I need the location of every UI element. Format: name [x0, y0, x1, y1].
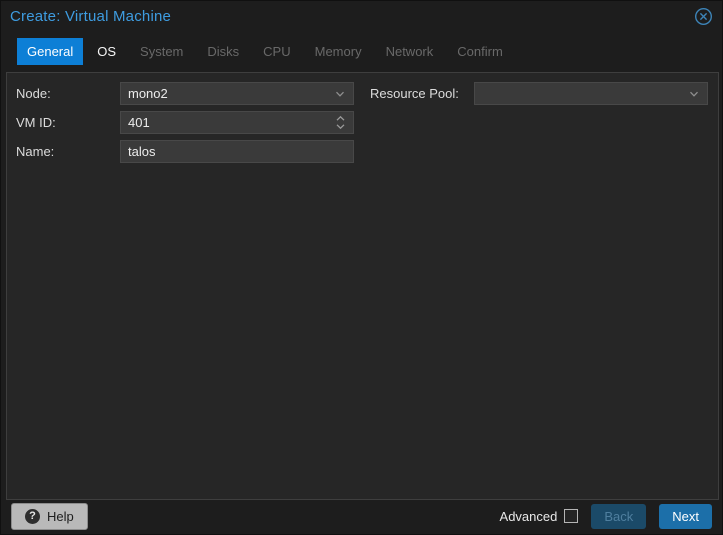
name-row: Name: [16, 140, 354, 163]
dialog-footer: ? Help Advanced Back Next [1, 498, 722, 534]
spinner-up-down-icon[interactable] [335, 114, 346, 131]
node-combo[interactable]: mono2 [120, 82, 354, 105]
name-label: Name: [16, 144, 120, 159]
node-label: Node: [16, 86, 120, 101]
tab-cpu: CPU [253, 38, 300, 65]
next-button[interactable]: Next [659, 504, 712, 529]
resource-pool-label: Resource Pool: [370, 86, 474, 101]
node-value: mono2 [128, 86, 334, 101]
chevron-down-icon[interactable] [688, 88, 700, 100]
question-circle-icon: ? [25, 509, 40, 524]
create-vm-dialog: Create: Virtual Machine General OS Syste… [0, 0, 723, 535]
dialog-titlebar: Create: Virtual Machine [1, 1, 722, 31]
tab-network: Network [376, 38, 444, 65]
vmid-row: VM ID: [16, 111, 354, 134]
footer-actions: Advanced Back Next [500, 504, 712, 529]
tab-memory: Memory [305, 38, 372, 65]
advanced-label: Advanced [500, 509, 558, 524]
back-button: Back [591, 504, 646, 529]
tab-os[interactable]: OS [87, 38, 126, 65]
resource-pool-combo[interactable] [474, 82, 708, 105]
general-tab-panel: Node: mono2 VM ID: [6, 72, 719, 500]
dialog-title: Create: Virtual Machine [10, 8, 171, 25]
vmid-input[interactable] [128, 115, 335, 130]
tab-disks: Disks [197, 38, 249, 65]
form-column-left: Node: mono2 VM ID: [16, 82, 354, 169]
wizard-tab-bar: General OS System Disks CPU Memory Netwo… [17, 38, 513, 65]
close-icon[interactable] [694, 7, 713, 26]
chevron-down-icon[interactable] [334, 88, 346, 100]
tab-general[interactable]: General [17, 38, 83, 65]
name-input[interactable] [128, 144, 346, 159]
vmid-label: VM ID: [16, 115, 120, 130]
vmid-field[interactable] [120, 111, 354, 134]
help-button[interactable]: ? Help [11, 503, 88, 530]
help-button-label: Help [47, 509, 74, 524]
advanced-checkbox[interactable] [564, 509, 578, 523]
tab-confirm: Confirm [447, 38, 513, 65]
node-row: Node: mono2 [16, 82, 354, 105]
name-field[interactable] [120, 140, 354, 163]
tab-system: System [130, 38, 193, 65]
form-column-right: Resource Pool: [370, 82, 708, 111]
resource-pool-row: Resource Pool: [370, 82, 708, 105]
